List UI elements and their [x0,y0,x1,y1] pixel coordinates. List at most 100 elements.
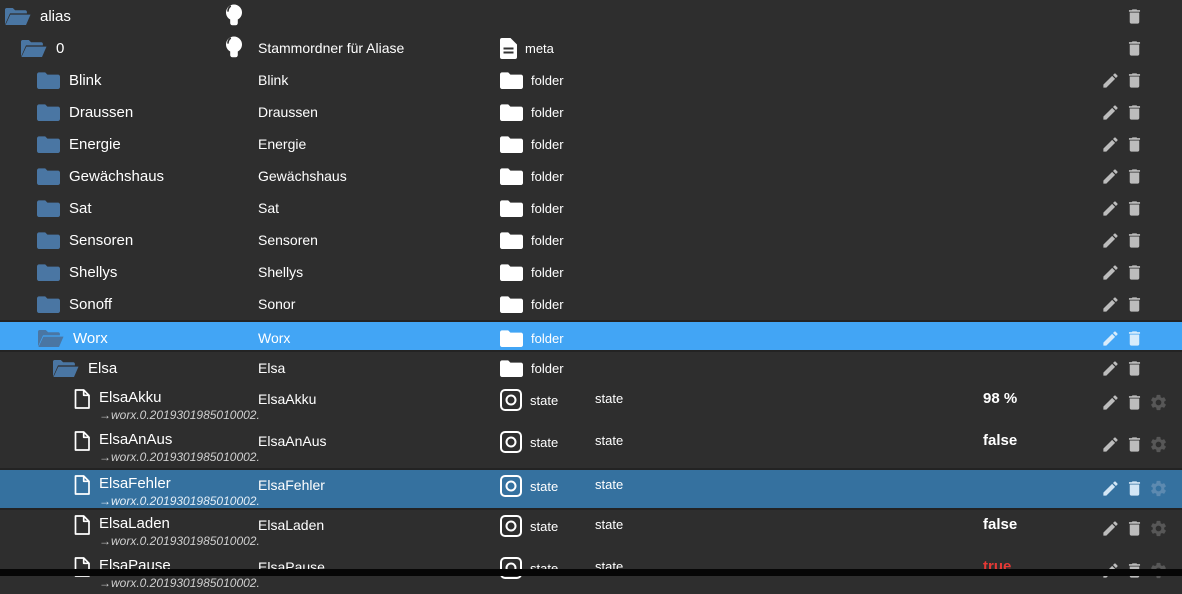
edit-button[interactable] [1100,328,1120,348]
object-role: state [595,431,623,450]
object-id: ElsaAkku [99,388,260,407]
type-cell: folder [500,192,564,224]
trash-icon [1125,135,1144,154]
object-type: folder [531,137,564,152]
delete-button[interactable] [1124,70,1144,90]
tree-row[interactable]: ElsaAkku→worx.0.2019301985010002.ElsaAkk… [0,384,1182,426]
object-name: Sat [258,192,279,224]
edit-button[interactable] [1100,70,1120,90]
folder-icon[interactable] [37,104,60,121]
edit-button[interactable] [1100,518,1120,538]
delete-button[interactable] [1124,230,1144,250]
tree-row[interactable]: SensorenSensorenfolder [0,224,1182,256]
delete-button[interactable] [1124,198,1144,218]
tree-row[interactable]: ShellysShellysfolder [0,256,1182,288]
tree-row[interactable]: EnergieEnergiefolder [0,128,1182,160]
edit-button[interactable] [1100,434,1120,454]
settings-button[interactable] [1148,518,1168,538]
tree-id-cell: ElsaLaden→worx.0.2019301985010002. [74,514,260,549]
edit-button[interactable] [1100,102,1120,122]
tree-row[interactable]: ElsaFehler→worx.0.2019301985010002.ElsaF… [0,468,1182,510]
delete-button[interactable] [1124,328,1144,348]
edit-button[interactable] [1100,358,1120,378]
edit-button[interactable] [1100,230,1120,250]
edit-button[interactable] [1100,262,1120,282]
folder-icon[interactable] [37,232,60,249]
delete-button[interactable] [1124,434,1144,454]
delete-button[interactable] [1124,262,1144,282]
object-name: ElsaLaden [258,515,324,534]
tree-row[interactable]: SonoffSonorfolder [0,288,1182,320]
pencil-icon [1101,263,1120,282]
object-value: false [983,515,1017,534]
folder-icon[interactable] [37,200,60,217]
folder-open-icon[interactable] [37,329,64,348]
tree-row[interactable]: alias [0,0,1182,32]
edit-button[interactable] [1100,478,1120,498]
delete-button[interactable] [1124,102,1144,122]
edit-button[interactable] [1100,392,1120,412]
tree-row[interactable]: ElsaElsafolder [0,352,1182,384]
trash-icon [1125,7,1144,26]
tree-row[interactable]: BlinkBlinkfolder [0,64,1182,96]
delete-button[interactable] [1124,134,1144,154]
delete-button[interactable] [1124,166,1144,186]
settings-button[interactable] [1148,434,1168,454]
delete-button[interactable] [1124,6,1144,26]
tree-row[interactable]: DraussenDraussenfolder [0,96,1182,128]
pencil-icon [1101,231,1120,250]
folder-icon[interactable] [37,168,60,185]
type-cell: folder [500,96,564,128]
folder-icon [500,168,523,185]
edit-button[interactable] [1100,294,1120,314]
folder-open-icon[interactable] [52,359,79,378]
delete-button[interactable] [1124,518,1144,538]
gear-icon [1149,435,1168,454]
object-role: state [595,515,623,534]
settings-button[interactable] [1148,478,1168,498]
tree-id-cell: Sat [37,192,92,224]
delete-button[interactable] [1124,478,1144,498]
object-id: Elsa [88,359,117,378]
pencil-icon [1101,393,1120,412]
folder-icon [500,330,523,347]
object-name: Worx [258,322,290,354]
tree-row[interactable]: 0Stammordner für Aliasemeta [0,32,1182,64]
settings-button[interactable] [1148,392,1168,412]
object-id: Shellys [69,263,117,282]
object-name: Stammordner für Aliase [258,32,404,64]
delete-button[interactable] [1124,358,1144,378]
tree-row[interactable]: WorxWorxfolder [0,320,1182,352]
object-name: Energie [258,128,306,160]
trash-icon [1125,167,1144,186]
delete-button[interactable] [1124,392,1144,412]
folder-open-icon[interactable] [20,39,47,58]
edit-button[interactable] [1100,198,1120,218]
delete-button[interactable] [1124,38,1144,58]
edit-button[interactable] [1100,166,1120,186]
tree-row[interactable]: ElsaLaden→worx.0.2019301985010002.ElsaLa… [0,510,1182,552]
folder-icon [500,200,523,217]
trash-icon [1125,479,1144,498]
tree-row[interactable]: Sat Sat folder [0,192,1182,224]
object-id: Sensoren [69,231,133,250]
folder-icon[interactable] [37,72,60,89]
folder-icon[interactable] [37,264,60,281]
trash-icon [1125,435,1144,454]
object-id: Draussen [69,103,133,122]
alias-target: →worx.0.2019301985010002. [99,450,260,465]
object-type: folder [531,201,564,216]
folder-open-icon[interactable] [4,7,31,26]
object-type: folder [531,265,564,280]
tree-row[interactable]: ElsaAnAus→worx.0.2019301985010002.ElsaAn… [0,426,1182,468]
edit-button[interactable] [1100,134,1120,154]
file-icon [74,389,90,409]
folder-icon[interactable] [37,136,60,153]
tree-id-cell: ElsaAkku→worx.0.2019301985010002. [74,388,260,423]
folder-icon[interactable] [37,296,60,313]
pencil-icon [1101,295,1120,314]
delete-button[interactable] [1124,294,1144,314]
folder-icon [500,136,523,153]
tree-row[interactable]: GewächshausGewächshausfolder [0,160,1182,192]
file-icon [74,515,90,535]
